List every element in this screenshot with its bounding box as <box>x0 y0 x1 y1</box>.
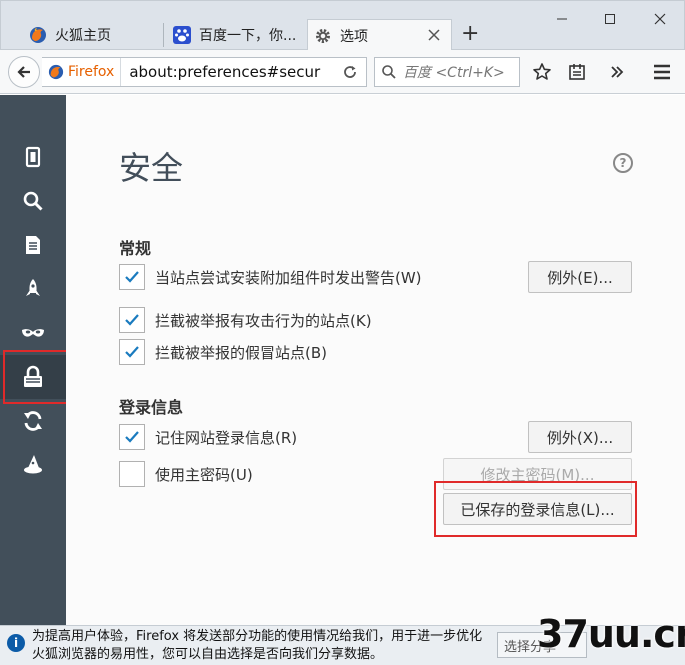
checkmark-icon <box>125 431 139 443</box>
warn-addons-label: 当站点尝试安装附加组件时发出警告(W) <box>155 268 422 287</box>
rocket-icon <box>26 279 40 296</box>
help-icon[interactable]: ? <box>613 153 633 173</box>
bookmarks-menu-icon[interactable] <box>566 61 588 83</box>
category-content[interactable] <box>0 223 66 267</box>
new-tab-button[interactable]: + <box>461 23 479 45</box>
category-privacy[interactable] <box>0 311 66 355</box>
tab-label: 火狐主页 <box>55 28 111 44</box>
close-icon <box>654 13 666 25</box>
sync-icon <box>24 411 42 431</box>
firefox-icon <box>48 64 64 80</box>
close-window-button[interactable] <box>645 7 675 31</box>
reload-icon[interactable] <box>342 64 358 80</box>
addon-exceptions-button[interactable]: 例外(E)... <box>528 261 632 293</box>
category-search[interactable] <box>0 179 66 223</box>
site-watermark: 37uu.cn <box>537 612 685 656</box>
category-advanced[interactable] <box>0 443 66 487</box>
identity-label: Firefox <box>68 64 115 80</box>
checkbox-row-block-attack[interactable]: 拦截被举报有攻击行为的站点(K) <box>119 307 372 333</box>
category-general[interactable] <box>0 135 66 179</box>
url-bar[interactable]: Firefox about:preferences#secur <box>42 57 367 87</box>
gear-icon <box>314 27 332 45</box>
search-icon <box>381 64 397 80</box>
section-heading-logins: 登录信息 <box>119 398 184 417</box>
block-forgery-checkbox[interactable] <box>119 339 145 365</box>
master-password-label: 使用主密码(U) <box>155 465 253 484</box>
minimize-icon <box>557 18 567 20</box>
preferences-content: 安全 ? 常规 当站点尝试安装附加组件时发出警告(W) 例外(E)... 拦截被… <box>66 95 685 625</box>
annotation-highlight <box>434 481 637 537</box>
search-bar[interactable]: 百度 <Ctrl+K> <box>374 57 520 87</box>
tab-separator <box>163 23 164 47</box>
back-arrow-icon <box>17 66 30 78</box>
tab-options[interactable]: 选项 <box>307 19 452 52</box>
checkmark-icon <box>125 271 139 283</box>
baidu-paw-icon <box>173 26 191 44</box>
info-icon: i <box>7 634 25 652</box>
search-icon <box>23 191 43 211</box>
url-text[interactable]: about:preferences#secur <box>121 63 331 81</box>
category-applications[interactable] <box>0 267 66 311</box>
checkbox-row-remember-logins[interactable]: 记住网站登录信息(R) <box>119 424 297 450</box>
firefox-icon <box>29 26 47 44</box>
close-tab-icon[interactable] <box>427 28 441 42</box>
remember-logins-label: 记住网站登录信息(R) <box>155 428 298 447</box>
navigation-toolbar: Firefox about:preferences#secur 百度 <Ctrl… <box>0 50 685 94</box>
category-security[interactable] <box>0 355 66 399</box>
hamburger-menu-icon[interactable] <box>651 61 673 83</box>
checkbox-row-master-password[interactable]: 使用主密码(U) <box>119 461 253 487</box>
identity-box[interactable]: Firefox <box>42 58 122 86</box>
minimize-button[interactable] <box>547 7 577 31</box>
tab-label: 选项 <box>340 29 368 45</box>
tab-strip: 火狐主页 百度一下，你... 选项 + <box>0 0 685 52</box>
page-title: 安全 <box>119 149 184 187</box>
lock-icon <box>24 365 42 387</box>
search-placeholder: 百度 <Ctrl+K> <box>403 65 505 81</box>
remember-logins-checkbox[interactable] <box>119 424 145 450</box>
login-exceptions-button[interactable]: 例外(X)... <box>528 421 632 453</box>
checkmark-icon <box>125 314 139 326</box>
document-icon <box>26 236 40 254</box>
warn-addons-checkbox[interactable] <box>119 264 145 290</box>
mask-icon <box>22 329 44 337</box>
maximize-icon <box>605 14 615 24</box>
checkmark-icon <box>125 346 139 358</box>
notification-text: 为提高用户体验，Firefox 将发送部分功能的使用情况给我们，用于进一步优化火… <box>32 629 483 662</box>
master-password-checkbox[interactable] <box>119 461 145 487</box>
block-attack-checkbox[interactable] <box>119 307 145 333</box>
tab-baidu[interactable]: 百度一下，你... <box>167 19 303 51</box>
category-sync[interactable] <box>0 399 66 443</box>
overflow-chevron-icon[interactable] <box>606 61 628 83</box>
preferences-sidebar <box>0 95 66 625</box>
wizard-hat-icon <box>24 455 42 474</box>
block-forgery-label: 拦截被举报的假冒站点(B) <box>155 343 327 362</box>
tab-label: 百度一下，你... <box>199 28 297 44</box>
back-button[interactable] <box>8 56 40 88</box>
phone-icon <box>25 146 41 168</box>
checkbox-row-warn-addons[interactable]: 当站点尝试安装附加组件时发出警告(W) <box>119 264 422 290</box>
tab-firefox-home[interactable]: 火狐主页 <box>23 19 163 51</box>
section-heading-general: 常规 <box>119 239 152 258</box>
maximize-button[interactable] <box>595 7 625 31</box>
block-attack-label: 拦截被举报有攻击行为的站点(K) <box>155 311 372 330</box>
bookmark-star-icon[interactable] <box>531 61 553 83</box>
checkbox-row-block-forgery[interactable]: 拦截被举报的假冒站点(B) <box>119 339 327 365</box>
